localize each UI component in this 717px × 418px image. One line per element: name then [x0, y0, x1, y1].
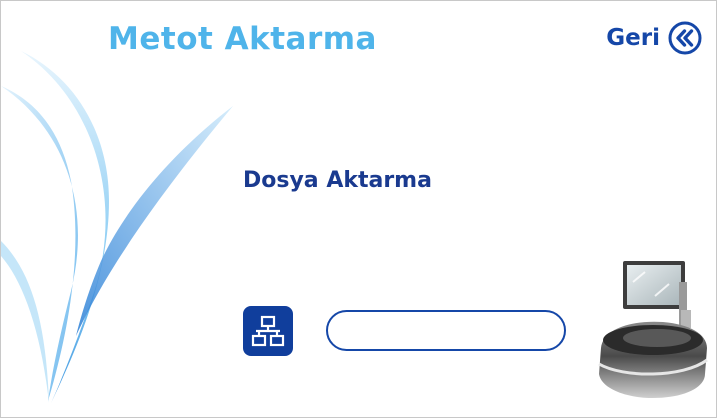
instrument-device-image — [598, 261, 708, 398]
method-transfer-screen: Metot Aktarma Geri Dosya Aktarma — [0, 0, 717, 418]
file-transfer-label: Dosya Aktarma — [243, 168, 432, 193]
back-button-label: Geri — [606, 25, 660, 51]
double-chevron-left-icon — [668, 21, 702, 55]
address-input[interactable] — [326, 310, 566, 351]
network-topology-icon — [251, 315, 285, 347]
network-icon[interactable] — [243, 306, 293, 356]
decorative-swoosh — [1, 51, 233, 403]
back-button[interactable]: Geri — [606, 21, 702, 55]
page-title: Metot Aktarma — [108, 21, 377, 57]
